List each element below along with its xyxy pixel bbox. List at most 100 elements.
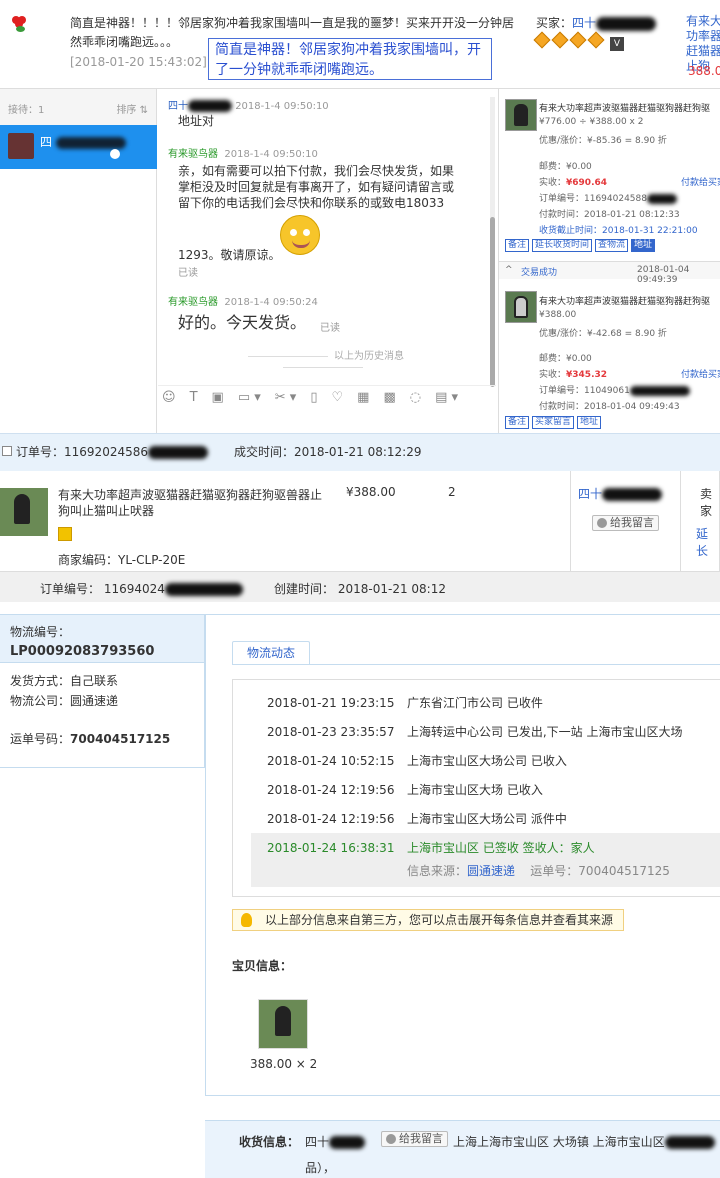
product-thumbnail[interactable]: [258, 999, 308, 1049]
message-text: 好的。今天发货。: [178, 313, 307, 332]
pay-status-link[interactable]: 付款给买家: [681, 175, 720, 188]
tracking-row-latest: 2018-01-24 16:38:31 上海市宝山区 已签收 签收人：家人: [267, 841, 595, 855]
extend-link-clipped[interactable]: 延长: [696, 525, 719, 559]
buyer-label: 买家：: [536, 16, 573, 30]
order-header: 订单号：11692024586 成交时间：2018-01-21 08:12:29: [0, 433, 720, 471]
order-number: 订单编号：11694024588: [539, 191, 677, 204]
order-action-buttons: 备注 买家留言 地址: [505, 416, 602, 429]
address-button[interactable]: 地址: [577, 416, 602, 429]
note-button[interactable]: 备注: [505, 239, 530, 252]
avatar: [8, 133, 34, 159]
emoji-icon[interactable]: ☺: [162, 390, 176, 405]
order-number: 订单号：11692024586: [16, 443, 208, 460]
diamond-icon: [551, 31, 569, 49]
buyer-message-button[interactable]: 买家留言: [532, 416, 575, 429]
review-overlay-caption: 简直是神器！邻居家狗冲着我家围墙叫，开了一分钟就乖乖闭嘴跑远。: [208, 38, 492, 80]
receipt-deadline: 收货截止时间：2018-01-31 22:21:00: [539, 226, 698, 236]
review-date: [2018-01-20 15:43:02]: [70, 55, 207, 69]
order-status: 交易成功: [521, 268, 558, 278]
order-status-row: ^ 交易成功 2018-01-04 09:49:39: [499, 261, 720, 285]
address-button[interactable]: 地址: [631, 239, 656, 252]
product-image[interactable]: [0, 488, 48, 536]
buyer-name[interactable]: 四十: [572, 16, 596, 30]
order-postage: 邮费：¥0.00: [539, 162, 592, 172]
image-icon[interactable]: ▣: [212, 390, 224, 405]
seller-name[interactable]: 四十: [578, 485, 663, 502]
order-paid: 实收：¥345.32: [539, 370, 608, 380]
chat-toolbar: ☺ T ▣ ▭ ▾ ✂ ▾ ▯ ♡ ▦ ▩ ◌ ▤ ▾: [158, 385, 496, 409]
heart-icon[interactable]: ♡: [331, 390, 343, 405]
buyer-credit-diamonds: V: [533, 31, 624, 51]
tab-logistics-dynamics[interactable]: 物流动态: [232, 641, 310, 665]
order-icon[interactable]: ▩: [383, 390, 395, 405]
tracking-row: 2018-01-24 12:19:56 上海市宝山区大场公司 派件中: [267, 812, 567, 826]
diamond-icon: [587, 31, 605, 49]
order-product-title[interactable]: 有来大功率超声波驱猫器赶猫驱狗器赶狗驱: [539, 101, 719, 114]
smiley-emoji-icon: [280, 215, 320, 255]
history-icon[interactable]: ▤ ▾: [435, 390, 458, 405]
logistics-summary: 物流编号： LP00092083793560 发货方式：自己联系 物流公司：圆通…: [0, 614, 205, 768]
phone-icon[interactable]: ▯: [310, 390, 317, 405]
tracking-row: 2018-01-24 10:52:15 上海市宝山区大场公司 已收入: [267, 754, 567, 768]
order-date: 2018-01-04 09:49:39: [637, 265, 690, 285]
flower-icon: [12, 16, 28, 32]
third-party-notice[interactable]: 以上部分信息来自第三方，您可以点击展开每条信息并查看其来源: [232, 909, 624, 931]
product-price: ¥388.00: [346, 485, 396, 499]
diamond-icon: [533, 31, 551, 49]
view-logistics-button[interactable]: 查物流: [595, 239, 629, 252]
read-status: 已读: [320, 323, 340, 334]
product-thumbnail: [505, 291, 537, 323]
pay-status-link[interactable]: 付款给买家: [681, 367, 720, 380]
lightbulb-icon: [241, 913, 252, 927]
order-paid: 实收：¥690.64: [539, 178, 608, 188]
tracking-row: 2018-01-24 12:19:56 上海市宝山区大场 已收入: [267, 783, 543, 797]
collapse-icon[interactable]: ^: [505, 265, 513, 275]
product-thumbnail: [505, 99, 537, 131]
seller-label-clipped: 卖家: [700, 487, 713, 518]
review-section: 简直是神器！！！！邻居家狗冲着我家围墙叫一直是我的噩梦！买来开开没一分钟居然乖乖…: [0, 0, 720, 88]
history-divider: 以上为历史消息: [198, 347, 448, 373]
scissors-icon[interactable]: ✂ ▾: [275, 390, 297, 405]
receiver-address-tail: 品），: [305, 1161, 336, 1175]
reception-count: 接待：1: [8, 105, 45, 116]
tracking-row: 2018-01-23 23:35:57 上海转运中心公司 已发出,下一站 上海市宝…: [267, 725, 683, 739]
product-quantity: 2: [448, 485, 456, 499]
order-discount: 优惠/涨价：¥-42.68 = 8.90 折: [539, 329, 667, 339]
chat-bubble-icon[interactable]: ◌: [410, 390, 421, 405]
order-number: 订单编号： 11694024: [40, 580, 243, 597]
order-number: 订单编号：11049061: [539, 383, 690, 396]
read-status: 已读: [178, 268, 198, 279]
note-button[interactable]: 备注: [505, 416, 530, 429]
vip-icon: V: [610, 37, 624, 51]
order-checkbox[interactable]: [2, 446, 12, 456]
logistics-no-label: 物流编号：: [10, 625, 71, 639]
waybill-number: 运单号码：700404517125: [10, 732, 171, 746]
tracking-list: 2018-01-21 19:23:15 广东省江门市公司 已收件 2018-01-…: [232, 679, 720, 897]
online-status-icon: [110, 149, 120, 159]
logistics-panel: 物流动态 2018-01-21 19:23:15 广东省江门市公司 已收件 201…: [205, 614, 720, 1096]
logistics-no: LP00092083793560: [10, 644, 155, 659]
receiver-name: 四十: [305, 1133, 366, 1150]
baobei-label: 宝贝信息：: [232, 959, 293, 973]
message-header: 有来驱鸟器 2018-1-4 09:50:10: [168, 149, 318, 160]
leave-message-button[interactable]: 给我留言: [381, 1131, 448, 1147]
folder-icon[interactable]: ▭ ▾: [238, 390, 261, 405]
message-text: 地址对: [178, 114, 215, 128]
sort-button[interactable]: 排序 ⇅: [116, 101, 148, 116]
product-title[interactable]: 有来大功率超声波驱猫器赶猫驱狗器赶狗驱兽器止狗叫止猫叫止吠器: [58, 487, 330, 519]
receiver-address: 上海上海市宝山区 大场镇 上海市宝山区: [453, 1133, 715, 1150]
baobei-price: 388.00 × 2: [250, 1057, 318, 1071]
font-icon[interactable]: T: [190, 390, 198, 405]
chat-scrollbar[interactable]: [490, 97, 495, 387]
order-side-panel: 有来大功率超声波驱猫器赶猫驱狗器赶狗驱 ¥776.00 ÷ ¥388.00 x …: [498, 89, 720, 434]
buyer-info: 买家：四十: [536, 14, 657, 31]
order-product-title[interactable]: 有来大功率超声波驱猫器赶猫驱狗器赶狗驱: [539, 294, 719, 307]
extend-receipt-button[interactable]: 延长收货时间: [532, 239, 593, 252]
diamond-icon: [569, 31, 587, 49]
order-pay-time: 付款时间：2018-01-04 09:49:43: [539, 402, 680, 412]
order-pay-time: 付款时间：2018-01-21 08:12:33: [539, 210, 680, 220]
contact-item[interactable]: 四: [0, 125, 157, 169]
info-source: 信息来源：圆通速递 运单号：700404517125: [407, 864, 670, 878]
calendar-icon[interactable]: ▦: [357, 390, 369, 405]
leave-message-button[interactable]: 给我留言: [592, 515, 659, 531]
